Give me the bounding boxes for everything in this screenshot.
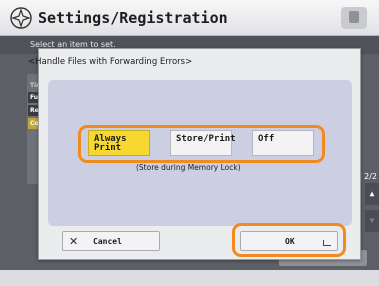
down-arrow-icon: ▼ [369, 216, 375, 225]
cancel-button[interactable]: ✕ Cancel [62, 231, 160, 251]
up-arrow-icon: ▲ [369, 189, 375, 198]
scroll-down-button: ▼ [365, 210, 379, 232]
settings-registration-icon [10, 7, 32, 29]
close-icon: ✕ [69, 235, 79, 248]
status-bar [0, 270, 379, 286]
dialog-title: <Handle Files with Forwarding Errors> [28, 57, 193, 67]
options-highlight-outline [78, 125, 325, 163]
scroll-up-button: ▲ [365, 183, 379, 205]
home-button[interactable] [341, 7, 367, 29]
page-indicator: 2/2 [364, 172, 377, 181]
cancel-button-label: Cancel [93, 237, 122, 246]
home-icon [349, 11, 359, 23]
page-title: Settings/Registration [38, 9, 228, 27]
screen: Settings/Registration Select an item to … [0, 0, 379, 286]
ok-highlight-outline [232, 223, 346, 257]
memory-lock-note: (Store during Memory Lock) [136, 163, 241, 172]
header-bar: Settings/Registration [0, 0, 379, 36]
